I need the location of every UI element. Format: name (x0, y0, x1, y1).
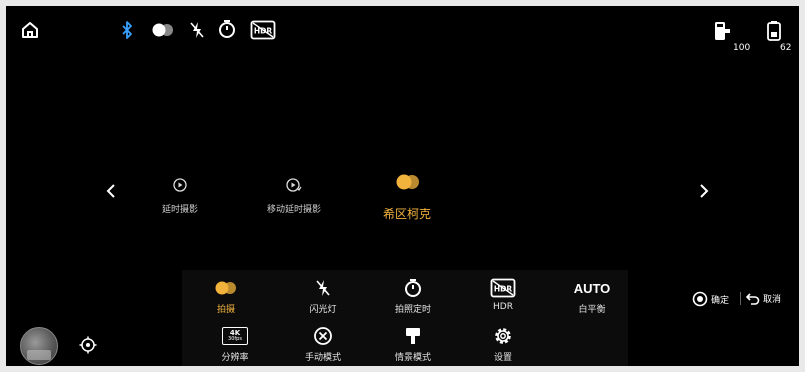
motion-timelapse-icon (286, 178, 302, 192)
gallery-thumbnail[interactable] (20, 327, 58, 365)
setting-resolution[interactable]: 4K 30fps 分辨率 (191, 320, 279, 366)
shoot-icon (182, 278, 270, 298)
setting-settings[interactable]: 设置 (459, 320, 547, 366)
track-target-icon[interactable] (79, 336, 97, 354)
mode-label-hitchcock: 希区柯克 (382, 207, 431, 221)
action-divider (740, 292, 741, 305)
setting-label-manual-mode: 手动模式 (304, 353, 341, 363)
cancel-button[interactable]: 取消 (746, 291, 781, 305)
gear-icon (459, 326, 547, 346)
undo-icon (746, 293, 760, 305)
thumbnail-image (27, 350, 51, 360)
setting-manual-mode[interactable]: 手动模式 (279, 320, 367, 366)
hdr-icon: HDR (459, 278, 547, 298)
confirm-label: 确定 (711, 295, 730, 306)
hdr-off-icon[interactable]: HDR (250, 20, 276, 40)
device-battery-icon (712, 20, 732, 42)
resolution-badge-bottom: 30fps (228, 336, 242, 342)
white-balance-value: AUTO (573, 280, 611, 296)
mode-item-hitchcock[interactable]: 希区柯克 (374, 170, 440, 222)
setting-flash[interactable]: 闪光灯 (279, 272, 367, 318)
mode-label-timelapse: 延时摄影 (161, 205, 198, 215)
bluetooth-icon[interactable] (120, 20, 134, 40)
phone-battery-icon (765, 20, 783, 42)
chevron-right-icon[interactable] (698, 183, 710, 199)
scene-mode-icon (369, 326, 457, 346)
setting-label-shoot: 拍摄 (216, 305, 235, 315)
home-icon[interactable] (20, 20, 40, 40)
confirm-button[interactable]: 确定 (692, 291, 729, 307)
timelapse-icon (173, 178, 187, 192)
setting-label-scene-mode: 情景模式 (394, 353, 431, 363)
mode-label-motion-timelapse: 移动延时摄影 (266, 205, 321, 215)
setting-label-resolution: 分辨率 (221, 353, 249, 363)
chevron-left-icon[interactable] (105, 183, 117, 199)
cancel-label: 取消 (763, 294, 782, 305)
setting-label-white-balance: 白平衡 (578, 305, 606, 315)
setting-label-flash: 闪光灯 (309, 305, 337, 315)
mode-item-motion-timelapse[interactable]: 移动延时摄影 (256, 176, 332, 216)
toggle-mode-icon[interactable] (151, 23, 175, 37)
flash-off-icon[interactable] (189, 20, 205, 40)
confirm-icon (692, 291, 708, 307)
setting-timer[interactable]: 拍照定时 (369, 272, 457, 318)
setting-hdr[interactable]: HDR HDR (459, 272, 547, 318)
device-battery-level: 100 (733, 43, 751, 53)
phone-battery-level: 62 (780, 43, 792, 53)
timer-icon (369, 278, 457, 298)
manual-mode-icon (279, 326, 367, 346)
setting-label-settings: 设置 (493, 353, 512, 363)
hitchcock-icon (395, 174, 421, 190)
setting-shoot[interactable]: 拍摄 (182, 272, 270, 318)
timer-icon[interactable] (218, 19, 236, 39)
flash-off-icon (279, 278, 367, 298)
setting-label-hdr: HDR (493, 302, 513, 312)
camera-screen: HDR 100 62 延时摄影 移动延时摄影 希区柯克 拍摄 闪光灯 拍照定时 … (6, 6, 799, 366)
settings-panel: 拍摄 闪光灯 拍照定时 HDR HDR AUTO 白平衡 4K 30fps 分辨… (182, 270, 628, 366)
resolution-icon: 4K 30fps (191, 326, 279, 346)
setting-label-timer: 拍照定时 (394, 305, 431, 315)
setting-white-balance[interactable]: AUTO 白平衡 (548, 272, 636, 318)
setting-scene-mode[interactable]: 情景模式 (369, 320, 457, 366)
mode-item-timelapse[interactable]: 延时摄影 (150, 176, 210, 216)
